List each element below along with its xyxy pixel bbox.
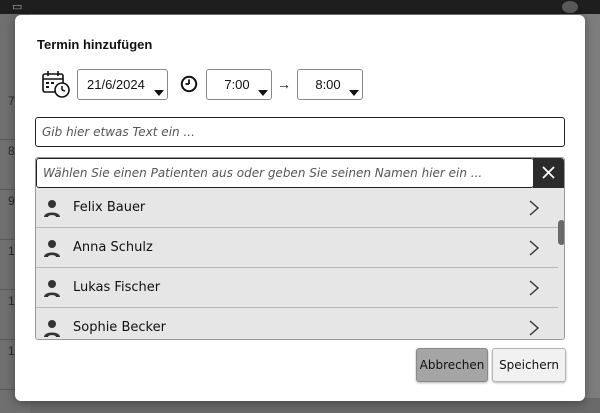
background-profile-icon: [562, 1, 578, 13]
start-time-select[interactable]: 7:00: [206, 69, 272, 100]
patient-list-item[interactable]: Sophie Becker: [36, 308, 558, 339]
clear-search-button[interactable]: [533, 158, 564, 188]
chevron-down-icon: [258, 90, 268, 96]
patient-search-input[interactable]: Wählen Sie einen Patienten aus oder gebe…: [36, 158, 534, 188]
list-scrollbar[interactable]: [558, 220, 564, 245]
background-calendar-icon: ▭: [12, 1, 23, 13]
chevron-down-icon: [154, 90, 164, 96]
clock-icon: [180, 75, 198, 93]
chevron-right-icon: [529, 320, 540, 336]
patient-name: Sophie Becker: [73, 320, 166, 335]
patient-name: Anna Schulz: [73, 240, 153, 255]
arrow-right-icon: →: [277, 76, 291, 92]
start-time-value: 7:00: [224, 77, 250, 92]
patient-name: Felix Bauer: [73, 200, 146, 215]
patient-search-placeholder: Wählen Sie einen Patienten aus oder gebe…: [43, 166, 483, 180]
person-icon: [44, 320, 60, 337]
calendar-clock-icon: [42, 71, 70, 98]
end-time-select[interactable]: 8:00: [297, 69, 363, 100]
description-placeholder: Gib hier etwas Text ein ...: [42, 125, 195, 139]
patient-name: Lukas Fischer: [73, 280, 161, 295]
patient-list-item[interactable]: Anna Schulz: [36, 228, 558, 268]
add-appointment-dialog: Termin hinzufügen 21/6/2024 7:00 → 8:00 …: [15, 15, 585, 401]
chevron-down-icon: [349, 90, 359, 96]
patient-list-item[interactable]: Felix Bauer: [36, 188, 558, 228]
person-icon: [44, 280, 60, 297]
chevron-right-icon: [529, 240, 540, 256]
cancel-button[interactable]: Abbrechen: [416, 348, 488, 382]
background-top-bar: ▭: [0, 0, 600, 14]
date-value: 21/6/2024: [87, 77, 145, 92]
patient-selector: Wählen Sie einen Patienten aus oder gebe…: [35, 157, 565, 340]
save-button[interactable]: Speichern: [492, 348, 566, 382]
end-time-value: 8:00: [315, 77, 341, 92]
person-icon: [44, 240, 60, 257]
person-icon: [44, 200, 60, 217]
date-select[interactable]: 21/6/2024: [77, 69, 168, 100]
dialog-title: Termin hinzufügen: [37, 37, 153, 52]
patient-list-item[interactable]: Lukas Fischer: [36, 268, 558, 308]
date-time-row: 21/6/2024 7:00 → 8:00: [41, 69, 371, 101]
chevron-right-icon: [529, 200, 540, 216]
chevron-right-icon: [529, 280, 540, 296]
description-input[interactable]: Gib hier etwas Text ein ...: [35, 117, 565, 147]
close-icon: [542, 166, 555, 179]
patient-list: Felix Bauer Anna Schulz Lukas Fischer So…: [36, 188, 564, 339]
